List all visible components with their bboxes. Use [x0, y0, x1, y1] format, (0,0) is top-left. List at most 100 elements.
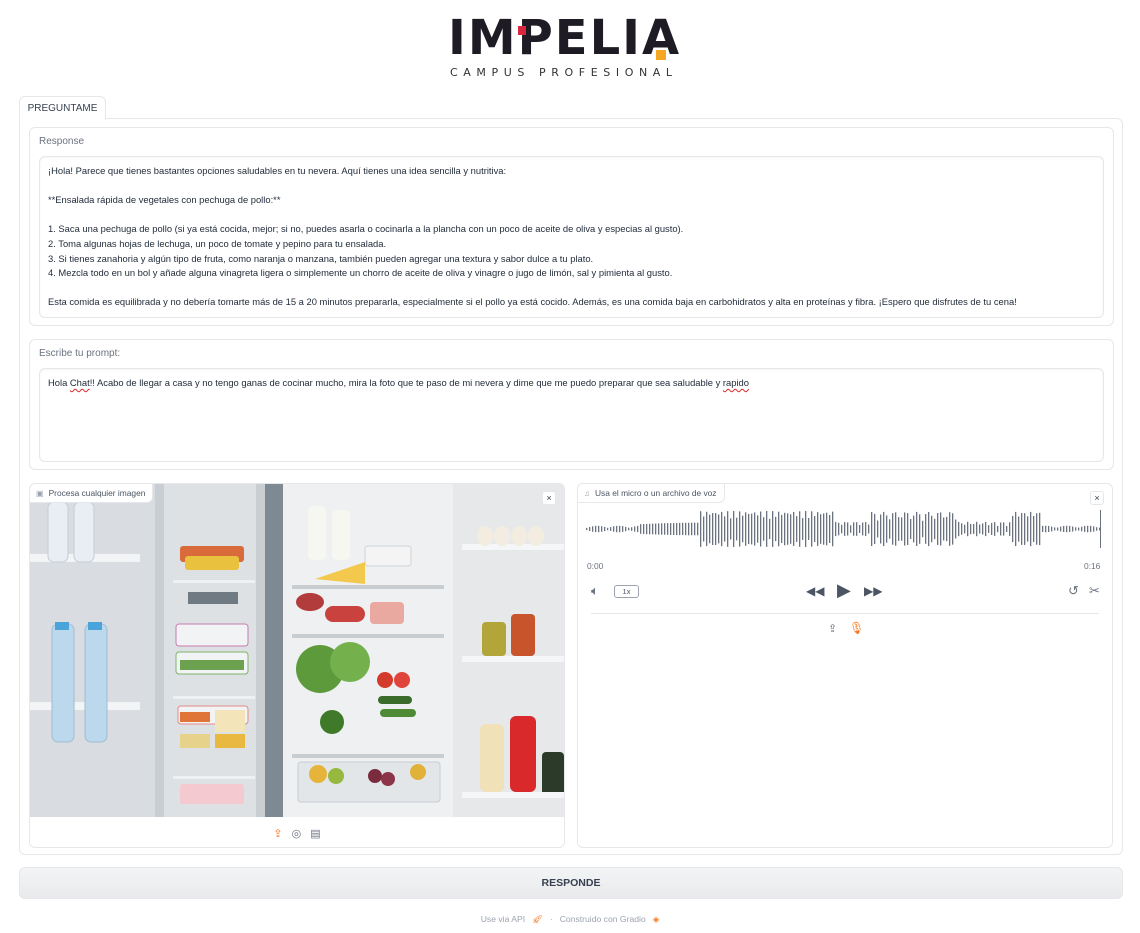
waveform-bar [1045, 525, 1047, 533]
waveform-bar [1003, 522, 1005, 536]
audio-waveform[interactable] [586, 510, 1102, 548]
waveform-bar [889, 519, 891, 539]
audio-input[interactable]: ♫ Usa el micro o un archivo de voz × 0:0… [577, 483, 1113, 848]
use-api-link[interactable]: Use via API [481, 914, 525, 924]
waveform-bar [985, 521, 987, 537]
waveform-bar [1087, 525, 1089, 533]
waveform-bar [1072, 526, 1074, 532]
waveform-bar [955, 519, 957, 539]
waveform-bar [697, 522, 699, 536]
microphone-icon[interactable]: 🎙︎ [849, 621, 864, 635]
prompt-textarea[interactable]: Hola Chat!! Acabo de llegar a casa y no … [39, 368, 1104, 462]
image-icon: ▣ [36, 488, 44, 498]
waveform-bar [886, 515, 888, 543]
undo-icon[interactable]: ↺ [1068, 583, 1079, 599]
upload-icon[interactable]: ⇪ [828, 622, 837, 635]
waveform-bar [949, 512, 951, 546]
waveform-bar [838, 522, 840, 536]
waveform-bar [757, 515, 759, 543]
waveform-bar [1009, 522, 1011, 536]
waveform-bar [775, 516, 777, 542]
image-input-label-text: Procesa cualquier imagen [48, 488, 146, 498]
audio-clear-button[interactable]: × [1090, 491, 1104, 505]
waveform-bar [898, 517, 900, 541]
waveform-bar [982, 523, 984, 535]
webcam-icon[interactable]: ◎ [292, 827, 302, 840]
waveform-bar [796, 516, 798, 542]
waveform-bar [679, 522, 681, 536]
rewind-icon[interactable]: ◀◀ [806, 584, 824, 598]
waveform-bar [952, 513, 954, 545]
waveform-bar [814, 516, 816, 542]
waveform-bar [841, 524, 843, 534]
submit-button[interactable]: RESPONDE [19, 867, 1123, 899]
waveform-bar [694, 522, 696, 536]
waveform-bar [1066, 525, 1068, 533]
waveform-bar [607, 527, 609, 531]
audio-divider [591, 613, 1099, 614]
scissors-icon[interactable]: ✂ [1089, 583, 1100, 599]
waveform-bar [700, 511, 702, 547]
waveform-bar [859, 525, 861, 533]
waveform-bar [745, 512, 747, 546]
waveform-bar [817, 512, 819, 546]
waveform-bar [787, 513, 789, 545]
waveform-bar [604, 526, 606, 532]
waveform-bar [913, 515, 915, 543]
waveform-bar [613, 526, 615, 532]
waveform-bar [598, 525, 600, 533]
waveform-bar [961, 523, 963, 535]
image-toolbar: ⇪ ◎ ▤ [30, 818, 564, 847]
volume-icon[interactable]: 🔈︎ [591, 583, 599, 599]
waveform-bar [595, 525, 597, 533]
waveform-bar [802, 518, 804, 540]
waveform-bar [703, 516, 705, 542]
waveform-bar [871, 512, 873, 546]
playback-speed-button[interactable]: 1x [614, 585, 639, 598]
waveform-bar [1027, 516, 1029, 542]
prompt-text-middle: !! Acabo de llegar a casa y no tengo gan… [89, 377, 723, 388]
tab-panel: Response ¡Hola! Parece que tienes bastan… [19, 118, 1123, 855]
image-clear-button[interactable]: × [542, 491, 556, 505]
waveform-bar [1018, 516, 1020, 542]
tab-preguntame[interactable]: PREGUNTAME [19, 96, 106, 120]
waveform-bar [853, 522, 855, 536]
waveform-bar [1012, 515, 1014, 543]
fast-forward-icon[interactable]: ▶▶ [864, 584, 882, 598]
waveform-bar [652, 523, 654, 535]
waveform-bar [778, 511, 780, 547]
waveform-bar [1033, 516, 1035, 542]
logo-tagline: CAMPUS PROFESIONAL [450, 66, 678, 79]
upload-icon[interactable]: ⇪ [273, 827, 282, 840]
waveform-bar [943, 517, 945, 541]
waveform-bar [1093, 526, 1095, 532]
response-textbox[interactable]: ¡Hola! Parece que tienes bastantes opcio… [39, 156, 1104, 318]
logo-wordmark: IMPELIA [448, 10, 682, 66]
waveform-bar [727, 511, 729, 547]
waveform-bar [676, 522, 678, 535]
image-input[interactable]: ▣ Procesa cualquier imagen × ⇪ ◎ ▤ [29, 483, 565, 848]
waveform-bar [709, 514, 711, 544]
prompt-misspelled-word: rapido [722, 377, 749, 388]
waveform-bar [625, 526, 627, 532]
waveform-bar [733, 511, 735, 547]
waveform-bar [874, 513, 876, 545]
waveform-bar [991, 522, 993, 535]
built-with-gradio-link[interactable]: Construido con Gradio [560, 914, 646, 924]
waveform-bar [760, 511, 762, 547]
waveform-bar [712, 513, 714, 545]
waveform-bar [979, 524, 981, 534]
waveform-bar [907, 513, 909, 545]
waveform-bar [994, 522, 996, 536]
waveform-bar [1075, 527, 1077, 531]
waveform-bar [646, 523, 648, 535]
waveform-bar [670, 523, 672, 535]
play-icon[interactable]: ▶ [837, 580, 851, 601]
clipboard-icon[interactable]: ▤ [310, 827, 320, 840]
waveform-bar [970, 523, 972, 535]
waveform-bar [589, 527, 591, 531]
waveform-bar [877, 520, 879, 538]
waveform-bar [664, 523, 666, 535]
waveform-bar [619, 525, 621, 533]
logo-red-accent [518, 26, 526, 35]
